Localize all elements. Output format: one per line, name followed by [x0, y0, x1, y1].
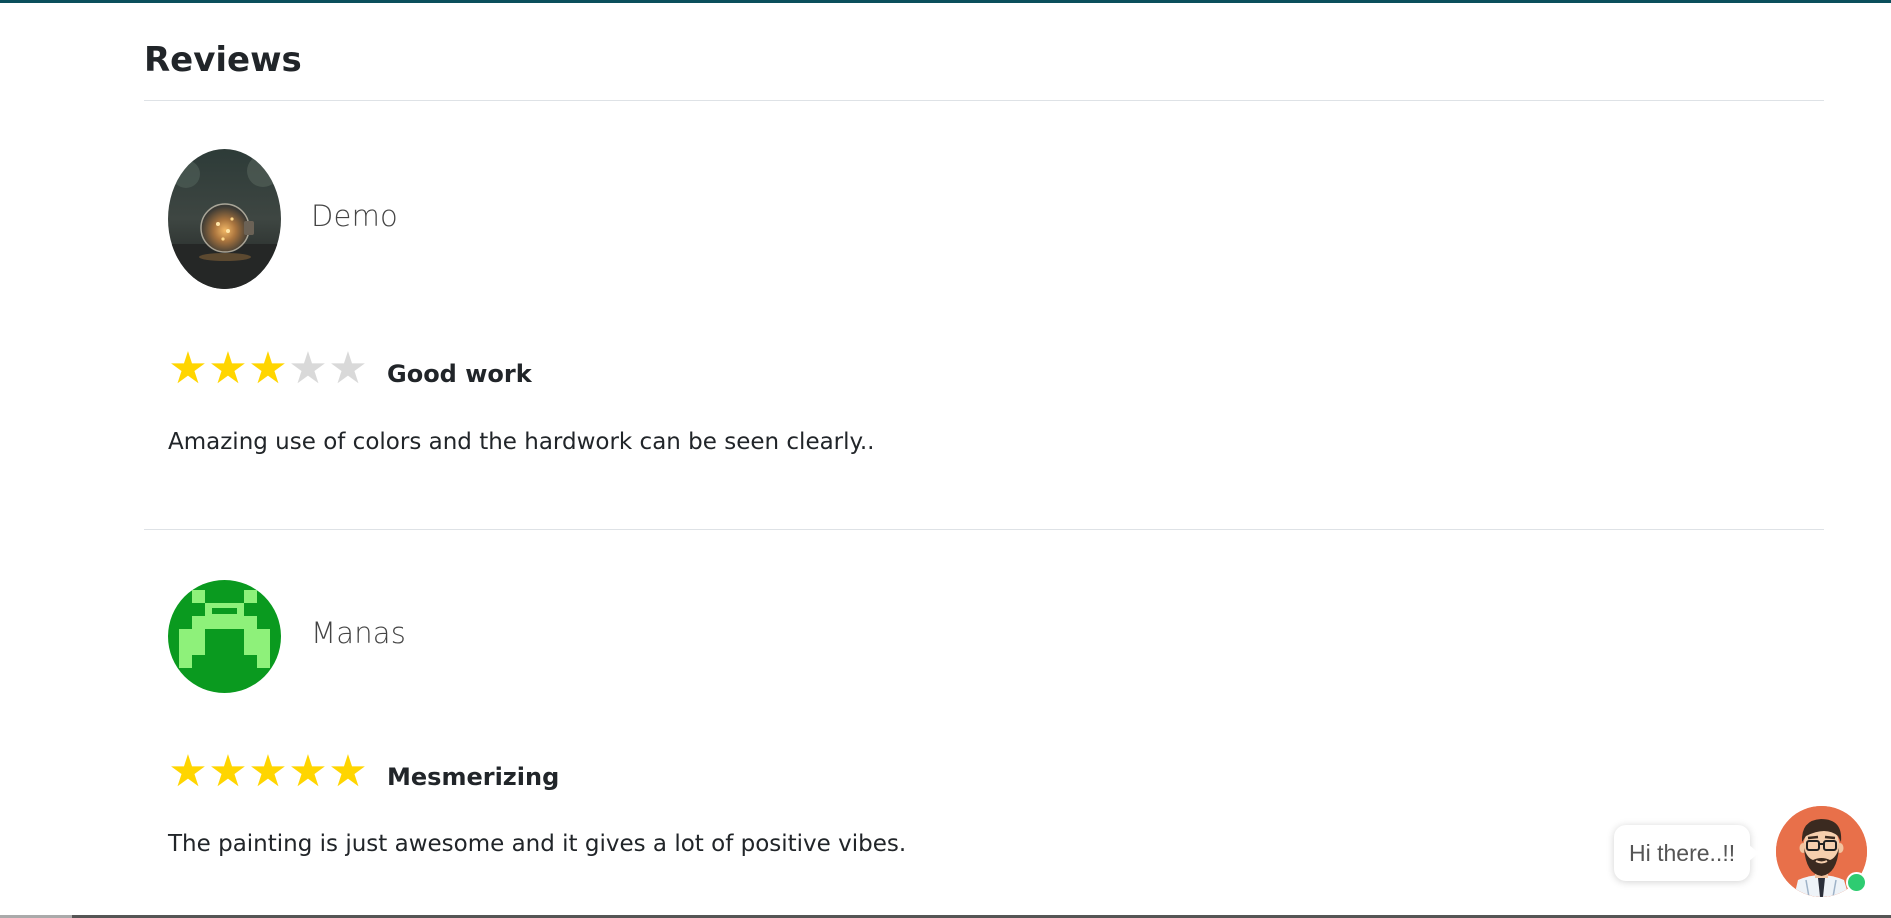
- review-title: Good work: [387, 360, 532, 388]
- top-accent-bar: [0, 0, 1891, 3]
- star-filled-icon: ★: [168, 746, 208, 797]
- star-filled-icon: ★: [208, 746, 248, 797]
- reviewer-name: Demo: [311, 199, 398, 233]
- star-filled-icon: ★: [248, 343, 288, 394]
- star-filled-icon: ★: [248, 746, 288, 797]
- star-empty-icon: ★: [288, 343, 328, 394]
- star-empty-icon: ★: [328, 343, 368, 394]
- lightbulb-photo-icon: [168, 149, 281, 289]
- section-title: Reviews: [144, 40, 302, 80]
- star-rating: ★ ★ ★ ★ ★: [168, 347, 368, 391]
- reviewer-avatar: [168, 149, 281, 289]
- green-identicon-icon: [168, 580, 281, 693]
- reviewer-avatar: [168, 580, 281, 693]
- review-divider: [144, 529, 1824, 530]
- online-status-indicator: [1846, 872, 1867, 893]
- chat-greeting-bubble[interactable]: Hi there..!!: [1614, 825, 1760, 881]
- star-filled-icon: ★: [208, 343, 248, 394]
- star-filled-icon: ★: [168, 343, 208, 394]
- review-title: Mesmerizing: [387, 763, 560, 791]
- review-body: Amazing use of colors and the hardwork c…: [168, 429, 875, 455]
- chat-widget[interactable]: Hi there..!!: [1614, 806, 1867, 898]
- star-filled-icon: ★: [328, 746, 368, 797]
- title-divider: [144, 100, 1824, 101]
- review-body: The painting is just awesome and it give…: [168, 831, 907, 857]
- star-rating: ★ ★ ★ ★ ★: [168, 750, 368, 794]
- star-filled-icon: ★: [288, 746, 328, 797]
- reviewer-name: Manas: [311, 616, 407, 650]
